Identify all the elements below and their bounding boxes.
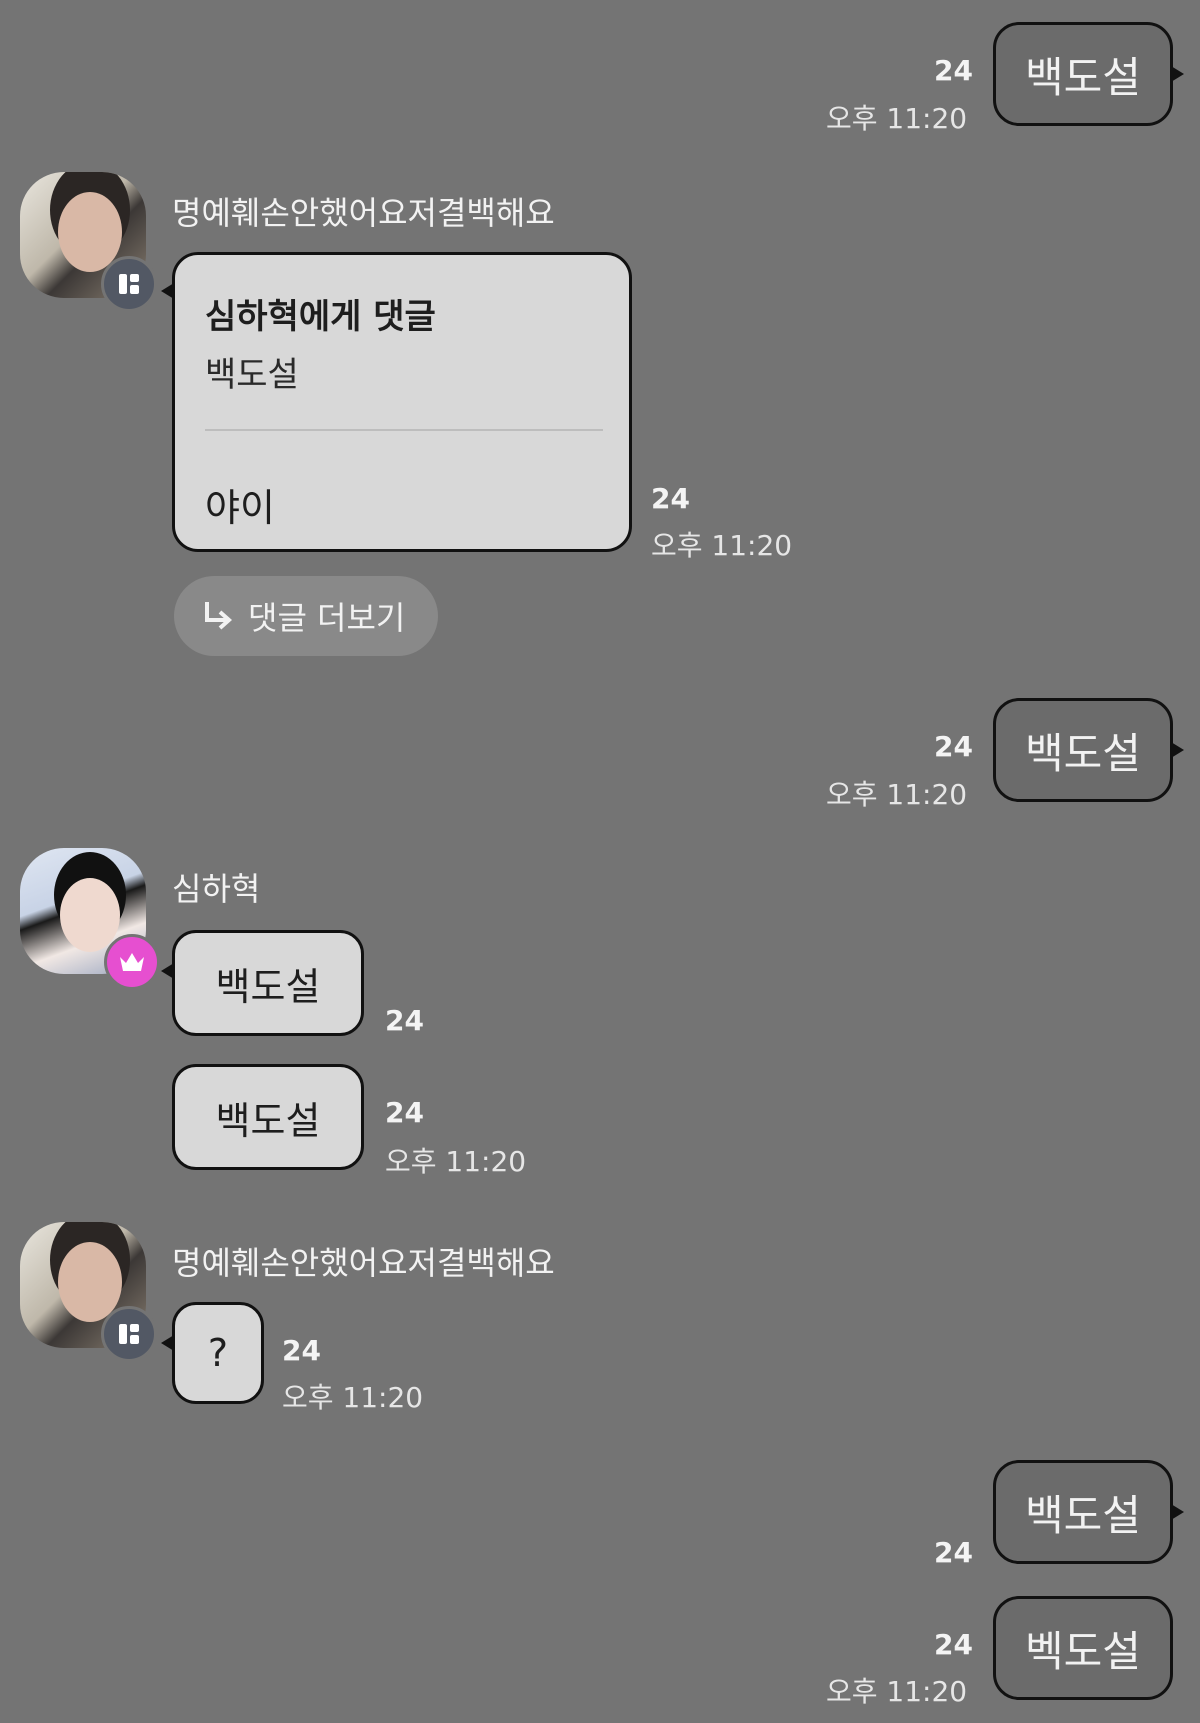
message-text: ? [207, 1331, 229, 1375]
timestamp: 오후 11:20 [826, 1675, 968, 1708]
crown-icon [104, 934, 160, 990]
profile-card-icon [101, 1306, 157, 1362]
more-replies-label: 댓글 더보기 [248, 599, 406, 637]
message-bubble[interactable]: 벡도설 [993, 1596, 1173, 1700]
timestamp: 오후 11:20 [385, 1145, 527, 1178]
reply-title: 심하혁에게 댓글 [205, 297, 436, 337]
bubble-tail [161, 963, 174, 979]
read-count: 24 [934, 1536, 973, 1569]
message-text: 백도설 [1025, 1490, 1141, 1540]
message-text: 백도설 [215, 964, 321, 1009]
bubble-tail [1171, 742, 1184, 758]
message-text: 야이 [205, 486, 275, 530]
reply-arrow-icon [200, 599, 234, 633]
timestamp: 오후 11:20 [282, 1381, 424, 1414]
read-count: 24 [651, 482, 690, 515]
message-bubble[interactable]: ? [161, 1302, 264, 1404]
sender-name: 명예훼손안했어요저결백해요 [172, 1244, 555, 1282]
reply-card-bubble[interactable]: 심하혁에게 댓글 백도설 야이 [161, 252, 632, 552]
message-bubble[interactable]: 백도설 [172, 1064, 364, 1170]
message-bubble[interactable]: 백도설 [161, 930, 364, 1036]
avatar-photo [60, 878, 120, 952]
message-text: 백도설 [1025, 728, 1141, 778]
message-bubble[interactable]: 백도설 [993, 22, 1184, 126]
message-bubble[interactable]: 백도설 [993, 698, 1184, 802]
bubble-tail [161, 283, 174, 299]
divider [205, 429, 603, 431]
bubble-tail [1171, 66, 1184, 82]
profile-card-icon [101, 256, 157, 312]
message-text: 백도설 [215, 1098, 321, 1143]
reply-quote: 백도설 [205, 355, 299, 395]
timestamp: 오후 11:20 [826, 778, 968, 811]
message-bubble[interactable]: 백도설 [993, 1460, 1184, 1564]
sender-name: 심하혁 [172, 870, 261, 908]
read-count: 24 [385, 1004, 424, 1037]
timestamp: 오후 11:20 [651, 529, 793, 562]
more-replies-button[interactable]: 댓글 더보기 [174, 576, 438, 656]
bubble-tail [161, 1335, 174, 1351]
message-text: 백도설 [1025, 52, 1141, 102]
read-count: 24 [385, 1096, 424, 1129]
read-count: 24 [934, 1628, 973, 1661]
timestamp: 오후 11:20 [826, 102, 968, 135]
bubble-tail [1171, 1504, 1184, 1520]
message-text: 벡도설 [1025, 1626, 1141, 1676]
read-count: 24 [934, 54, 973, 87]
read-count: 24 [282, 1334, 321, 1367]
read-count: 24 [934, 730, 973, 763]
sender-name: 명예훼손안했어요저결백해요 [172, 194, 555, 232]
